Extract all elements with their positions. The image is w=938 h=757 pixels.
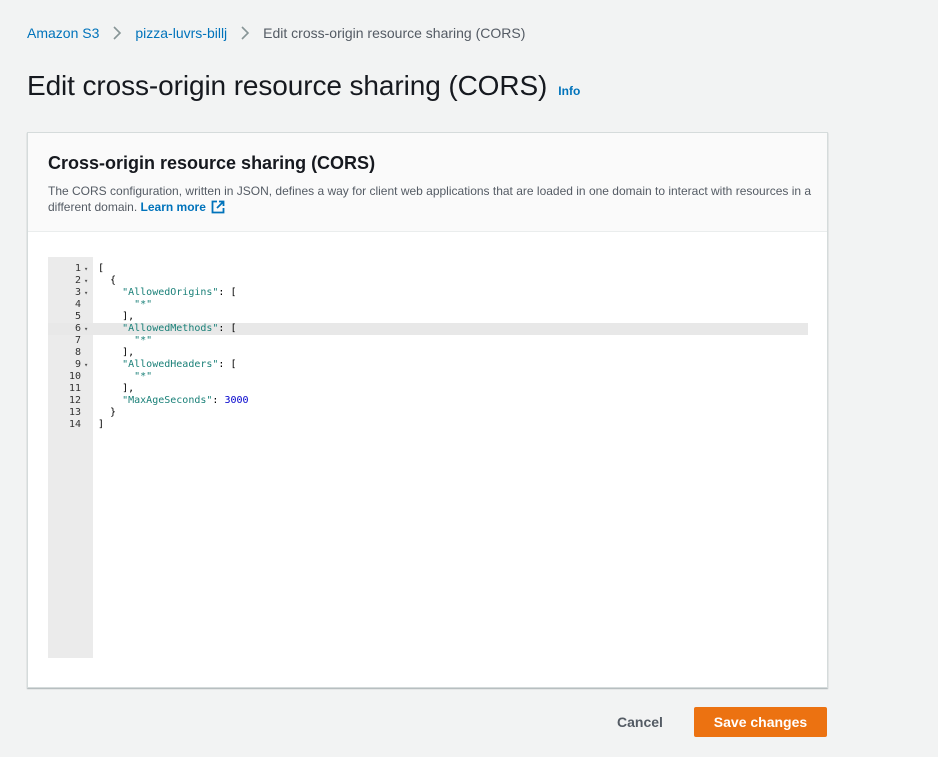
editor-line[interactable]: 5 ], bbox=[48, 311, 808, 323]
fold-arrow-icon[interactable]: ▾ bbox=[84, 263, 92, 275]
breadcrumb-current: Edit cross-origin resource sharing (CORS… bbox=[263, 25, 526, 41]
code-text: "*" bbox=[134, 371, 153, 382]
chevron-right-icon bbox=[99, 26, 135, 40]
external-link-icon[interactable] bbox=[211, 200, 225, 218]
line-number: 5 bbox=[74, 311, 81, 322]
code-text: "MaxAgeSeconds": 3000 bbox=[122, 395, 249, 406]
code-text: [ bbox=[98, 263, 105, 274]
line-number: 2 bbox=[74, 275, 81, 286]
page-title: Edit cross-origin resource sharing (CORS… bbox=[27, 70, 548, 101]
code-text: ], bbox=[98, 311, 135, 322]
code-text: "*" bbox=[134, 299, 153, 310]
line-number: 13 bbox=[68, 407, 81, 418]
code-text: "AllowedOrigins": [ bbox=[122, 287, 237, 298]
line-number: 4 bbox=[74, 299, 81, 310]
breadcrumb-link-amazon-s3[interactable]: Amazon S3 bbox=[27, 25, 99, 41]
cors-panel: Cross-origin resource sharing (CORS) The… bbox=[27, 132, 828, 688]
line-number: 14 bbox=[68, 419, 81, 430]
editor-line[interactable]: 8 ], bbox=[48, 347, 808, 359]
code-text: ] bbox=[98, 419, 105, 430]
editor-line[interactable]: 12 "MaxAgeSeconds": 3000 bbox=[48, 395, 808, 407]
code-text: ], bbox=[98, 383, 135, 394]
breadcrumb: Amazon S3 pizza-luvrs-billj Edit cross-o… bbox=[27, 24, 525, 42]
code-text: "*" bbox=[134, 335, 153, 346]
line-number: 10 bbox=[68, 371, 81, 382]
editor-line[interactable]: 6 ▾ "AllowedMethods": [ bbox=[48, 323, 808, 335]
panel-title: Cross-origin resource sharing (CORS) bbox=[48, 153, 376, 173]
panel-description: The CORS configuration, written in JSON,… bbox=[48, 183, 813, 218]
code-text: } bbox=[98, 407, 117, 418]
editor-line[interactable]: 2 ▾ { bbox=[48, 275, 808, 287]
code-text: "AllowedMethods": [ bbox=[122, 323, 237, 334]
panel-header: Cross-origin resource sharing (CORS) The… bbox=[28, 133, 827, 232]
line-number: 9 bbox=[74, 359, 81, 370]
fold-arrow-icon[interactable]: ▾ bbox=[84, 275, 92, 287]
learn-more-link[interactable]: Learn more bbox=[141, 200, 206, 214]
line-number: 8 bbox=[74, 347, 81, 358]
fold-arrow-icon[interactable]: ▾ bbox=[84, 359, 92, 371]
chevron-right-icon bbox=[227, 26, 263, 40]
breadcrumb-link-bucket[interactable]: pizza-luvrs-billj bbox=[135, 25, 227, 41]
save-changes-button[interactable]: Save changes bbox=[694, 707, 827, 737]
editor-line[interactable]: 13 } bbox=[48, 407, 808, 419]
line-number: 12 bbox=[68, 395, 81, 406]
line-number: 6 bbox=[74, 323, 81, 334]
fold-arrow-icon[interactable]: ▾ bbox=[84, 287, 92, 299]
code-text: "AllowedHeaders": [ bbox=[122, 359, 237, 370]
editor-line[interactable]: 10 "*" bbox=[48, 371, 808, 383]
json-code-editor[interactable]: 1 ▾[2 ▾ {3 ▾ "AllowedOrigins": [4 "*" 5 ], 6 ▾… bbox=[48, 257, 808, 658]
fold-arrow-icon[interactable]: ▾ bbox=[84, 323, 92, 335]
editor-line[interactable]: 1 ▾ [ bbox=[48, 263, 808, 275]
page-header: Edit cross-origin resource sharing (CORS… bbox=[27, 70, 580, 102]
line-number: 1 bbox=[74, 263, 81, 274]
line-number: 11 bbox=[68, 383, 81, 394]
line-number: 3 bbox=[74, 287, 81, 298]
line-number: 7 bbox=[74, 335, 81, 346]
info-link[interactable]: Info bbox=[558, 84, 580, 98]
cancel-button[interactable]: Cancel bbox=[600, 707, 680, 737]
editor-line[interactable]: 4 "*" bbox=[48, 299, 808, 311]
editor-line[interactable]: 14] bbox=[48, 419, 808, 431]
code-text: { bbox=[98, 275, 117, 286]
editor-line[interactable]: 3 ▾ "AllowedOrigins": [ bbox=[48, 287, 808, 299]
editor-line[interactable]: 9 ▾ "AllowedHeaders": [ bbox=[48, 359, 808, 371]
editor-line[interactable]: 11 ], bbox=[48, 383, 808, 395]
code-text: ], bbox=[98, 347, 135, 358]
editor-line[interactable]: 7 "*" bbox=[48, 335, 808, 347]
